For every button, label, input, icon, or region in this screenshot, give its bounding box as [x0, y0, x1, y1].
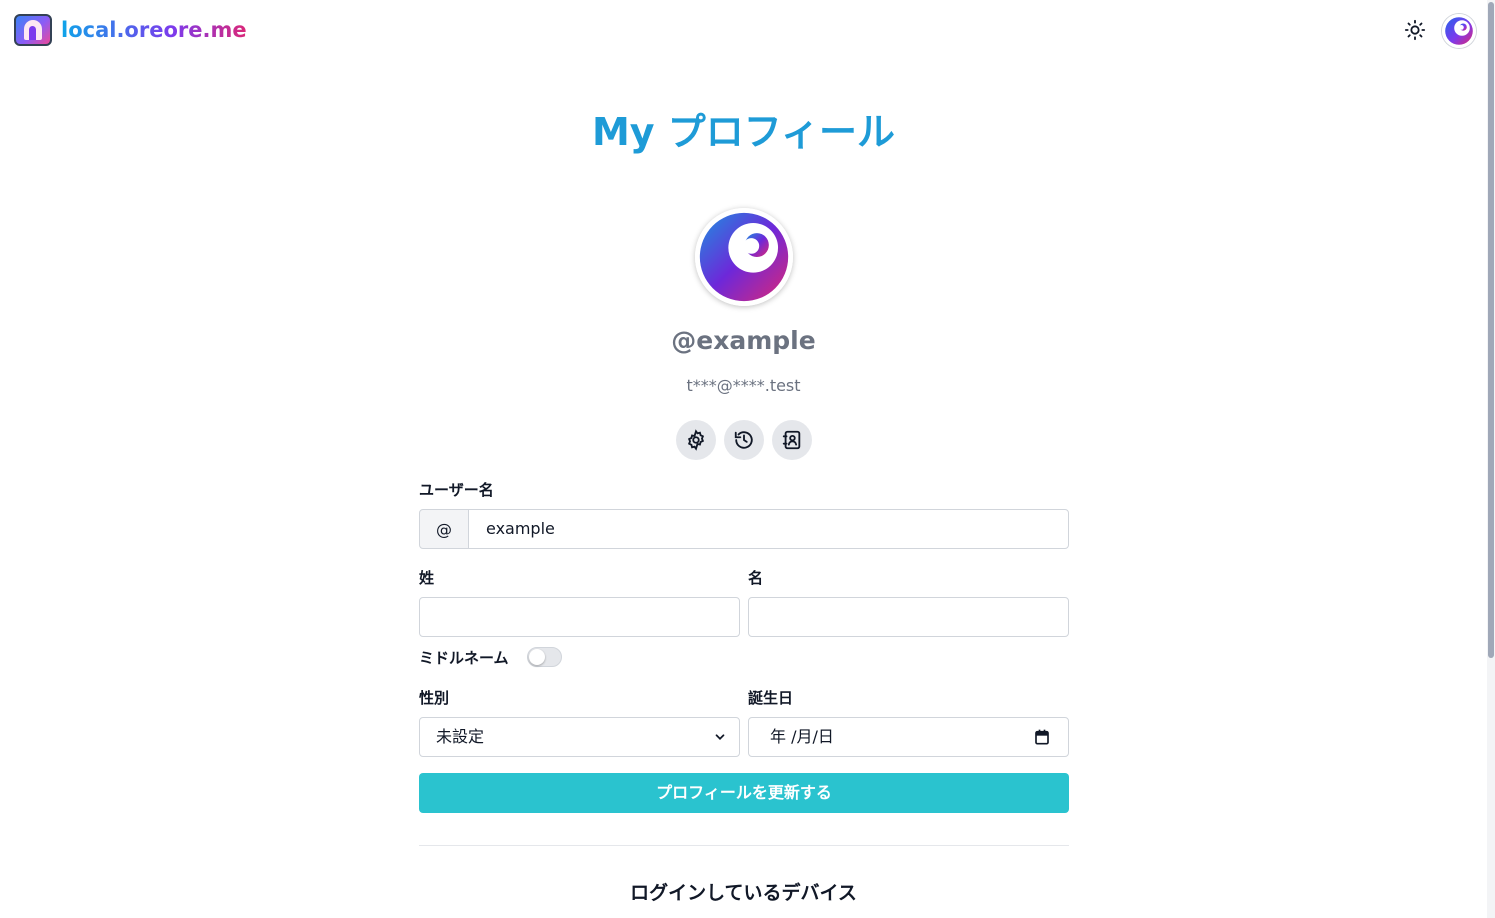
middle-name-label: ミドルネーム [419, 649, 509, 667]
contacts-button[interactable] [772, 420, 812, 460]
username-prefix: @ [419, 509, 469, 549]
first-name-input[interactable] [748, 597, 1069, 637]
devices-section-title: ログインしているデバイス [630, 882, 857, 904]
history-button[interactable] [724, 420, 764, 460]
first-name-label: 名 [748, 569, 764, 587]
sun-icon[interactable] [1402, 17, 1428, 43]
user-avatar-button[interactable] [1442, 14, 1476, 48]
birthday-label: 誕生日 [748, 689, 794, 707]
page-title: My プロフィール [591, 110, 896, 154]
gender-label: 性別 [419, 689, 450, 707]
section-divider [419, 845, 1069, 846]
chevron-down-icon [715, 734, 725, 740]
scrollbar-thumb[interactable] [1488, 2, 1494, 658]
toggle-knob [529, 649, 545, 665]
top-bar: local.oreore.me [0, 0, 1495, 62]
scrollbar[interactable] [1487, 0, 1495, 918]
middle-name-toggle[interactable] [527, 647, 562, 667]
swirl-avatar-icon [1444, 16, 1474, 46]
masked-email: t***@****.test [686, 376, 801, 395]
username-label: ユーザー名 [419, 481, 494, 499]
update-profile-button[interactable]: プロフィールを更新する [419, 773, 1069, 813]
username-input[interactable]: example [468, 509, 1069, 549]
gear-icon [687, 429, 705, 451]
swirl-avatar-icon [698, 211, 790, 303]
calendar-icon[interactable] [1034, 729, 1050, 745]
gender-select[interactable]: 未設定 [419, 717, 740, 757]
profile-handle: @example [671, 326, 816, 355]
last-name-label: 姓 [419, 569, 435, 587]
keyhole-logo-icon[interactable] [14, 14, 52, 46]
site-name-link[interactable]: local.oreore.me [61, 15, 247, 45]
profile-avatar [695, 208, 793, 306]
contacts-icon [782, 430, 801, 450]
gender-select-value: 未設定 [436, 727, 485, 746]
history-icon [734, 431, 753, 449]
birthday-input[interactable]: 年 /月/日 [748, 717, 1069, 757]
last-name-input[interactable] [419, 597, 740, 637]
settings-button[interactable] [676, 420, 716, 460]
birthday-placeholder: 年 /月/日 [770, 727, 834, 746]
